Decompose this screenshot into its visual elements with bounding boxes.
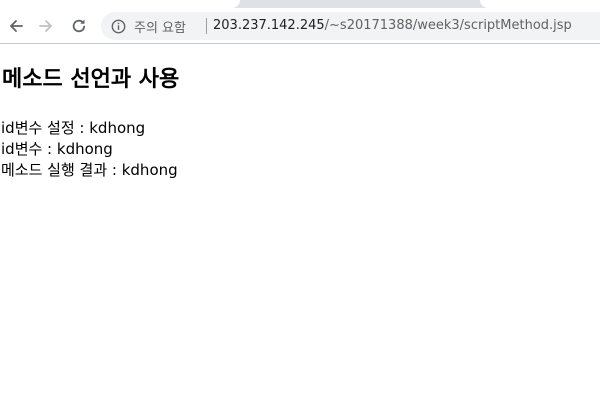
info-icon bbox=[111, 19, 126, 34]
url-text[interactable]: 203.237.142.245/~s20171388/week3/scriptM… bbox=[213, 17, 572, 35]
next-tab-edge[interactable] bbox=[480, 0, 600, 8]
reload-icon bbox=[71, 18, 87, 34]
url-path: /~s20171388/week3/scriptMethod.jsp bbox=[324, 18, 572, 33]
address-divider bbox=[206, 18, 207, 34]
page-title: 메소드 선언과 사용 bbox=[2, 67, 180, 92]
active-tab-edge[interactable] bbox=[0, 0, 240, 8]
result-line-set: id변수 설정 : kdhong bbox=[1, 119, 146, 137]
address-bar[interactable]: 주의 요함 203.237.142.245/~s20171388/week3/s… bbox=[101, 12, 600, 40]
tab-strip bbox=[0, 0, 600, 8]
result-line-id: id변수 : kdhong bbox=[1, 140, 113, 158]
security-label: 주의 요함 bbox=[134, 20, 186, 36]
reload-button[interactable] bbox=[67, 14, 91, 38]
arrow-right-icon bbox=[38, 18, 54, 34]
page-content: 메소드 선언과 사용 id변수 설정 : kdhong id변수 : kdhon… bbox=[0, 45, 600, 400]
forward-button[interactable] bbox=[34, 14, 58, 38]
back-button[interactable] bbox=[4, 14, 28, 38]
url-host: 203.237.142.245 bbox=[213, 18, 325, 33]
browser-toolbar: 주의 요함 203.237.142.245/~s20171388/week3/s… bbox=[0, 8, 600, 44]
result-line-method: 메소드 실행 결과 : kdhong bbox=[1, 161, 178, 179]
arrow-left-icon bbox=[8, 18, 24, 34]
security-indicator[interactable]: 주의 요함 bbox=[111, 17, 186, 36]
